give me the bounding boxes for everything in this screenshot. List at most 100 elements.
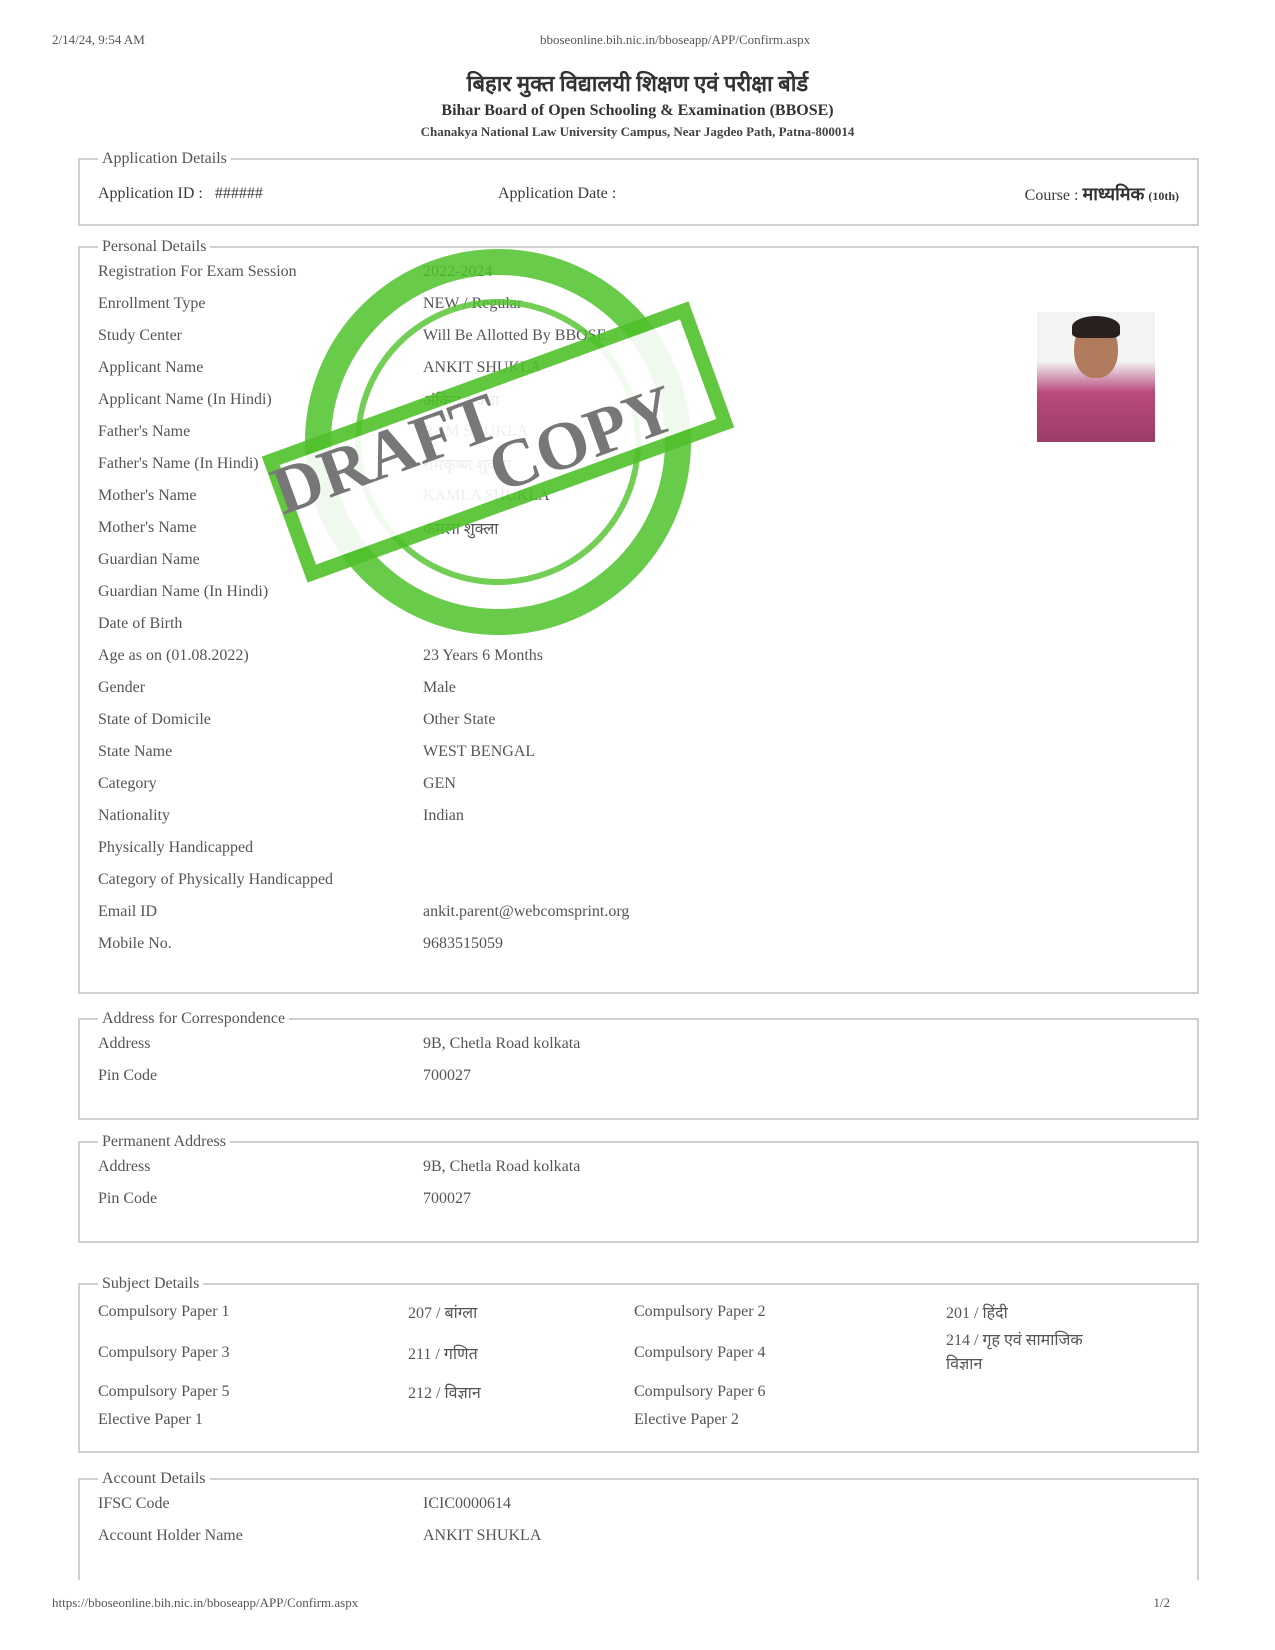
compulsory-paper-2-label: Compulsory Paper 2	[634, 1303, 766, 1320]
print-header: 2/14/24, 9:54 AM bboseonline.bih.nic.in/…	[52, 32, 1170, 48]
compulsory-paper-1-label: Compulsory Paper 1	[98, 1303, 230, 1320]
field-label: State Name	[98, 743, 173, 760]
field-label: Account Holder Name	[98, 1527, 243, 1544]
detail-row: Study Center Will Be Allotted By BBOSE	[98, 320, 1179, 352]
field-value: अंकित शुक्ला	[423, 393, 500, 410]
section-legend: Address for Correspondence	[102, 1010, 286, 1027]
detail-row: Address 9B, Chetla Road kolkata	[98, 1028, 1179, 1060]
field-value: Other State	[423, 711, 496, 728]
compulsory-paper-6-label: Compulsory Paper 6	[634, 1383, 766, 1400]
detail-row: State of Domicile Other State	[98, 704, 1179, 736]
course: Course : माध्यमिक (10th)	[1025, 182, 1179, 206]
field-value: 9B, Chetla Road kolkata	[423, 1035, 581, 1052]
compulsory-paper-1-value: 207 / बांग्ला	[408, 1305, 478, 1322]
field-label: Nationality	[98, 807, 170, 824]
subject-details-section: Subject Details Compulsory Paper 1 207 /…	[78, 1275, 1199, 1453]
permanent-rows: Address 9B, Chetla Road kolkata Pin Code 70…	[98, 1151, 1179, 1215]
field-label: Age as on (01.08.2022)	[98, 647, 249, 664]
field-value: रामकृष्ण शुक्ला	[423, 457, 511, 474]
application-id-label: Application ID :	[98, 185, 203, 202]
field-value: ankit.parent@webcomsprint.org	[423, 903, 630, 920]
detail-row: Account Holder Name ANKIT SHUKLA	[98, 1520, 1179, 1552]
course-value: माध्यमिक	[1082, 184, 1145, 204]
field-label: Applicant Name (In Hindi)	[98, 391, 272, 408]
field-label: Study Center	[98, 327, 182, 344]
field-label: Mobile No.	[98, 935, 172, 952]
detail-row: Category GEN	[98, 768, 1179, 800]
field-label: Address	[98, 1035, 151, 1052]
field-label: Father's Name	[98, 423, 191, 440]
account-rows: IFSC Code ICIC0000614 Account Holder Name A…	[98, 1488, 1179, 1552]
field-value: RAM SHUKLA	[423, 423, 529, 440]
field-label: Pin Code	[98, 1190, 158, 1207]
detail-row: Mobile No. 9683515059	[98, 928, 1179, 960]
detail-row: Guardian Name	[98, 544, 1179, 576]
course-label: Course :	[1024, 187, 1079, 204]
detail-row: Applicant Name (In Hindi) अंकित शुक्ला	[98, 384, 1179, 416]
board-title-english: Bihar Board of Open Schooling & Examinat…	[441, 102, 834, 119]
board-title-hindi: बिहार मुक्त विद्यालयी शिक्षण एवं परीक्षा…	[466, 71, 809, 96]
application-details-section: Application Details Application ID : ###…	[78, 150, 1199, 226]
personal-rows: Registration For Exam Session 2022-2024 En…	[98, 256, 1179, 960]
detail-row: State Name WEST BENGAL	[98, 736, 1179, 768]
detail-row: Date of Birth	[98, 608, 1179, 640]
field-value: 700027	[423, 1067, 471, 1084]
detail-row: Mother's Name KAMLA SHUKLA	[98, 480, 1179, 512]
detail-row: Applicant Name ANKIT SHUKLA	[98, 352, 1179, 384]
detail-row: Physically Handicapped	[98, 832, 1179, 864]
elective-paper-2-label: Elective Paper 2	[634, 1411, 739, 1428]
page-number: 1/2	[1153, 1595, 1170, 1610]
field-label: Gender	[98, 679, 146, 696]
field-value: NEW / Regular	[423, 295, 523, 312]
course-code: (10th)	[1148, 189, 1179, 203]
field-label: Enrollment Type	[98, 295, 206, 312]
application-id: Application ID : ######	[98, 185, 498, 203]
permanent-address-section: Permanent Address Address 9B, Chetla Road…	[78, 1133, 1199, 1243]
board-header: बिहार मुक्त विद्यालयी शिक्षण एवं परीक्षा…	[0, 68, 1275, 140]
field-value: WEST BENGAL	[423, 743, 536, 760]
field-value: 2022-2024	[423, 263, 493, 280]
detail-row: Age as on (01.08.2022) 23 Years 6 Months	[98, 640, 1179, 672]
detail-row: Pin Code 700027	[98, 1183, 1179, 1215]
field-value: ANKIT SHUKLA	[423, 1527, 542, 1544]
print-footer: https://bboseonline.bih.nic.in/bboseapp/…	[52, 1595, 1170, 1611]
section-legend: Subject Details	[102, 1275, 200, 1292]
correspondence-rows: Address 9B, Chetla Road kolkata Pin Code 70…	[98, 1028, 1179, 1092]
field-value: Male	[423, 679, 456, 696]
section-legend: Personal Details	[102, 238, 207, 255]
field-label: Mother's Name	[98, 487, 197, 504]
field-label: Address	[98, 1158, 151, 1175]
field-label: Mother's Name	[98, 519, 197, 536]
field-label: Registration For Exam Session	[98, 263, 297, 280]
detail-row: Father's Name (In Hindi) रामकृष्ण शुक्ला	[98, 448, 1179, 480]
detail-row: Gender Male	[98, 672, 1179, 704]
account-details-section: Account Details IFSC Code ICIC0000614 Acco…	[78, 1470, 1199, 1580]
compulsory-paper-3-label: Compulsory Paper 3	[98, 1344, 230, 1361]
footer-url: https://bboseonline.bih.nic.in/bboseapp/…	[52, 1595, 359, 1610]
field-value: KAMLA SHUKLA	[423, 487, 550, 504]
detail-row: Category of Physically Handicapped	[98, 864, 1179, 896]
field-label: State of Domicile	[98, 711, 211, 728]
field-label: Father's Name (In Hindi)	[98, 455, 259, 472]
field-value: कमला शुक्ला	[423, 521, 499, 538]
field-value: ICIC0000614	[423, 1495, 511, 1512]
print-url: bboseonline.bih.nic.in/bboseapp/APP/Conf…	[540, 32, 811, 47]
field-value: 9683515059	[423, 935, 503, 952]
field-value: Indian	[423, 807, 464, 824]
detail-row: Registration For Exam Session 2022-2024	[98, 256, 1179, 288]
application-date: Application Date :	[498, 185, 938, 203]
print-datetime: 2/14/24, 9:54 AM	[52, 32, 145, 47]
field-label: Category	[98, 775, 157, 792]
detail-row: Mother's Name कमला शुक्ला	[98, 512, 1179, 544]
elective-paper-1-label: Elective Paper 1	[98, 1411, 203, 1428]
field-label: IFSC Code	[98, 1495, 170, 1512]
correspondence-address-section: Address for Correspondence Address 9B, Ch…	[78, 1010, 1199, 1120]
field-value: 23 Years 6 Months	[423, 647, 544, 664]
detail-row: Address 9B, Chetla Road kolkata	[98, 1151, 1179, 1183]
detail-row: IFSC Code ICIC0000614	[98, 1488, 1179, 1520]
compulsory-paper-4-label: Compulsory Paper 4	[634, 1344, 766, 1361]
field-value: GEN	[423, 775, 456, 792]
field-label: Guardian Name	[98, 551, 200, 568]
compulsory-paper-2-value: 201 / हिंदी	[946, 1305, 1008, 1322]
section-legend: Permanent Address	[102, 1133, 226, 1150]
